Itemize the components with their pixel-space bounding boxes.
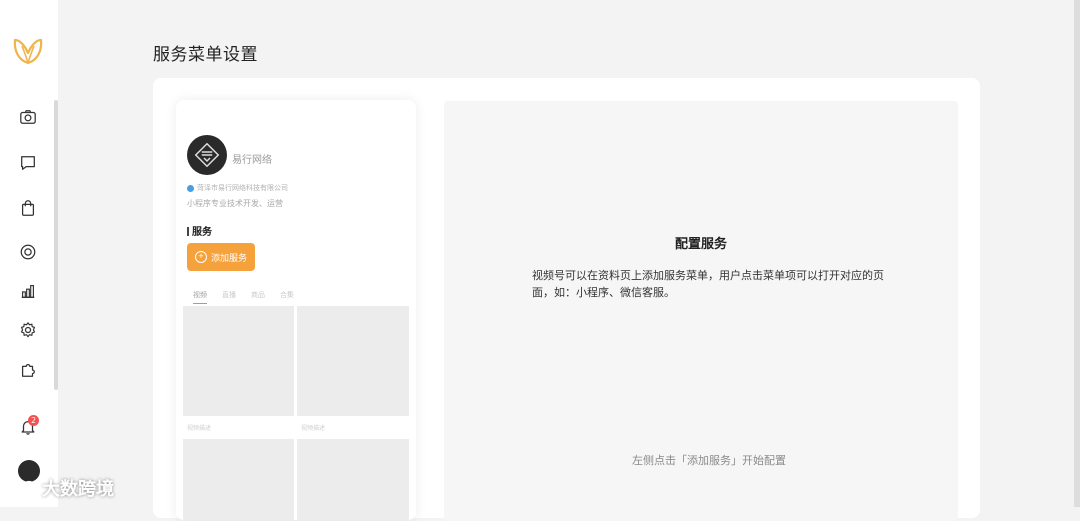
watermark: 大数跨境 [8,475,114,501]
add-service-button[interactable]: + 添加服务 [187,243,255,271]
tab-live[interactable]: 直播 [222,290,236,304]
watermark-logo-icon [10,478,37,497]
profile-avatar [187,135,227,175]
grid-cell-label: 视频描述 [301,425,326,432]
config-hint: 左侧点击「添加服务」开始配置 [632,454,786,467]
tab-collections[interactable]: 合集 [280,290,294,304]
config-title: 配置服务 [674,237,727,252]
watermark-text: 大数跨境 [42,479,114,500]
profile-description: 小程序专业技术开发、运营 [187,199,283,208]
message-icon[interactable] [17,152,39,174]
target-icon[interactable] [17,241,39,263]
content-tabs: 视频 直播 商品 合集 [193,290,294,304]
verified-icon [187,184,194,192]
service-section-title: 服务 [187,223,212,238]
tab-videos[interactable]: 视频 [193,290,207,304]
gear-icon[interactable] [17,319,39,341]
profile-name: 易行网络 [232,155,272,166]
notification-badge: 2 [28,415,39,426]
puzzle-icon[interactable] [17,359,39,381]
sidebar: 2 [0,0,58,507]
grid-cell [183,439,294,520]
config-panel: 配置服务 视频号可以在资料页上添加服务菜单，用户点击菜单项可以打开对应的页面，如… [444,101,958,521]
chart-icon[interactable] [17,280,39,302]
add-service-label: 添加服务 [210,252,247,263]
profile-preview: 易行网络 菏泽市易行网络科技有限公司 小程序专业技术开发、运营 服务 + 添加服… [176,100,416,520]
grid-cell [183,306,294,416]
verify-text: 菏泽市易行网络科技有限公司 [197,184,288,192]
brand-logo-icon [194,142,220,168]
page-title: 服务菜单设置 [153,45,258,65]
page-scrollbar[interactable] [1074,0,1080,507]
bag-icon[interactable] [17,197,39,219]
sidebar-scrollbar[interactable] [54,100,58,390]
plus-icon: + [194,251,207,263]
camera-icon[interactable] [17,106,39,128]
config-description: 视频号可以在资料页上添加服务菜单，用户点击菜单项可以打开对应的页面，如：小程序、… [532,269,884,299]
tab-products[interactable]: 商品 [251,290,265,304]
app-logo-icon[interactable] [12,36,44,66]
grid-cell-label: 视频描述 [187,425,212,432]
grid-cell [297,306,409,416]
verify-row: 菏泽市易行网络科技有限公司 [187,183,288,193]
grid-cell [297,439,409,520]
